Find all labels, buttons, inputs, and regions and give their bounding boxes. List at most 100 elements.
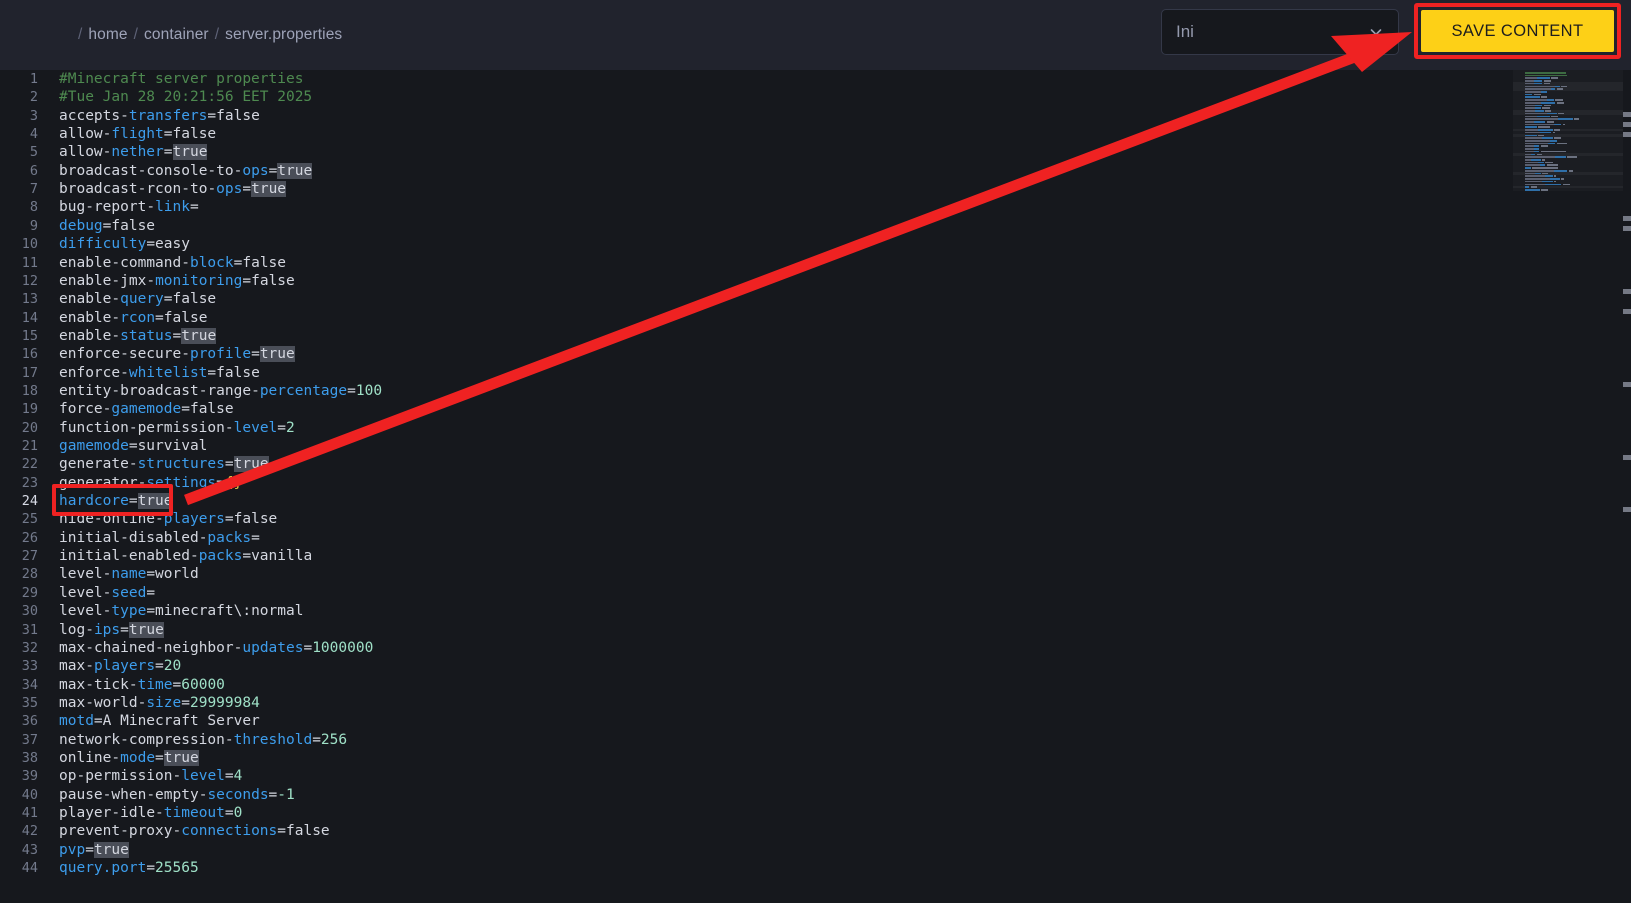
minimap-line [1525, 99, 1547, 101]
line-content[interactable]: allow-nether=true [59, 143, 208, 161]
equals-token: = [224, 511, 234, 528]
value-token: 4 [233, 768, 243, 785]
line-content[interactable]: broadcast-console-to-ops=true [59, 162, 313, 180]
value-token: false [216, 364, 260, 381]
line-content[interactable]: debug=false [59, 217, 155, 235]
minimap-line [1525, 77, 1537, 80]
comment-token: #Tue Jan 28 20:21:56 EET 2025 [59, 89, 313, 106]
vertical-scrollbar[interactable] [1623, 70, 1631, 903]
line-content[interactable]: broadcast-rcon-to-ops=true [59, 180, 287, 198]
code-editor[interactable]: 1 #Minecraft server properties 2 #Tue Jan 2… [0, 70, 1631, 903]
key-token: permission [137, 419, 225, 436]
minimap-line [1525, 140, 1550, 142]
line-content[interactable]: max-world-size=29999984 [59, 694, 260, 712]
line-content[interactable]: hardcore=true [59, 492, 173, 510]
line-content[interactable]: bug-report-link= [59, 198, 199, 216]
line-content[interactable]: #Tue Jan 28 20:21:56 EET 2025 [59, 88, 312, 106]
line-content[interactable]: network-compression-threshold=256 [59, 731, 347, 749]
line-content[interactable]: pause-when-empty-seconds=-1 [59, 786, 295, 804]
line-number: 38 [21, 749, 38, 766]
line-content[interactable]: force-gamemode=false [59, 400, 234, 418]
line-content[interactable]: allow-flight=false [59, 125, 216, 143]
line-content[interactable]: function-permission-level=2 [59, 419, 295, 437]
key-token-accent: connections [181, 823, 278, 840]
equals-token: = [268, 162, 278, 179]
line-content[interactable]: motd=A Minecraft Server [59, 712, 260, 730]
line-number: 12 [21, 272, 38, 289]
value-token-matched: true [181, 327, 217, 344]
line-content[interactable]: accepts-transfers=false [59, 107, 260, 125]
line-content[interactable]: online-mode=true [59, 749, 199, 767]
line-content[interactable]: enable-jmx-monitoring=false [59, 272, 295, 290]
line-content[interactable]: enforce-whitelist=false [59, 364, 260, 382]
line-content[interactable]: hide-online-players=false [59, 510, 277, 528]
line-content[interactable]: enable-rcon=false [59, 309, 207, 327]
line-content[interactable]: enable-query=false [59, 290, 216, 308]
line-content[interactable]: max-players=20 [59, 657, 181, 675]
value-token: false [216, 107, 260, 124]
line-content[interactable]: enable-status=true [59, 327, 217, 345]
value-token: -1 [277, 786, 295, 803]
key-token-accent: monitoring [155, 272, 243, 289]
value-token-matched: true [137, 493, 173, 510]
save-content-button[interactable]: SAVE CONTENT [1421, 10, 1614, 52]
breadcrumb-item-container[interactable]: container [144, 26, 209, 44]
line-content[interactable]: prevent-proxy-connections=false [59, 822, 330, 840]
line-content[interactable]: level-type=minecraft\:normal [59, 602, 303, 620]
equals-token: = [172, 676, 182, 693]
line-content[interactable]: max-tick-time=60000 [59, 676, 225, 694]
minimap-line [1567, 156, 1578, 158]
line-content[interactable]: generator-settings={} [59, 474, 242, 492]
key-token: enforce [59, 364, 121, 381]
minimap-line [1525, 142, 1549, 145]
equals-token: = [146, 566, 156, 583]
value-token: false [189, 401, 234, 418]
minimap-line [1525, 186, 1530, 188]
breadcrumb-item-home[interactable]: home [88, 26, 127, 44]
line-content[interactable]: pvp=true [59, 841, 129, 859]
line-content[interactable]: generate-structures=true [59, 455, 269, 473]
line-content[interactable]: player-idle-timeout=0 [59, 804, 242, 822]
line-content[interactable]: initial-enabled-packs=vanilla [59, 547, 312, 565]
line-content[interactable]: gamemode=survival [59, 437, 207, 455]
key-token: console [146, 162, 208, 179]
key-separator: - [207, 162, 217, 179]
line-content[interactable]: level-name=world [59, 565, 199, 583]
minimap-line [1554, 129, 1560, 131]
minimap-line [1540, 96, 1547, 99]
minimap[interactable] [1513, 70, 1623, 903]
line-number: 4 [29, 126, 38, 143]
line-number: 7 [29, 181, 38, 198]
equals-token: = [207, 364, 217, 381]
key-token-accent: level [233, 419, 278, 436]
equals-token: = [172, 327, 182, 344]
key-token: tick [93, 676, 129, 693]
line-content[interactable]: #Minecraft server properties [59, 70, 303, 88]
minimap-line [1525, 112, 1547, 115]
scrollbar-match-mark [1623, 382, 1631, 388]
code-lines[interactable]: 1 #Minecraft server properties 2 #Tue Jan 2… [0, 70, 1631, 877]
equals-token: = [207, 107, 217, 124]
equals-token: = [155, 309, 164, 326]
equals-token: = [347, 382, 356, 399]
line-content[interactable]: initial-disabled-packs= [59, 529, 260, 547]
key-token-accent: query [120, 291, 164, 308]
line-content[interactable]: query.port=25565 [59, 859, 199, 877]
key-separator: - [155, 805, 164, 821]
line-content[interactable]: op-permission-level=4 [59, 767, 242, 785]
minimap-line [1555, 99, 1563, 101]
minimap-line [1533, 93, 1541, 96]
line-content[interactable]: enable-command-block=false [59, 254, 286, 272]
value-token: 29999984 [189, 694, 260, 711]
breadcrumb-item-file[interactable]: server.properties [225, 26, 342, 44]
language-select[interactable]: Ini [1161, 9, 1399, 55]
line-content[interactable]: enforce-secure-profile=true [59, 345, 295, 363]
key-separator: - [251, 382, 260, 399]
equals-token: = [155, 749, 164, 766]
line-content[interactable]: log-ips=true [59, 621, 164, 639]
line-number: 37 [21, 731, 38, 748]
line-content[interactable]: level-seed= [59, 584, 155, 602]
line-content[interactable]: difficulty=easy [59, 235, 190, 253]
line-content[interactable]: entity-broadcast-range-percentage=100 [59, 382, 382, 400]
line-content[interactable]: max-chained-neighbor-updates=1000000 [59, 639, 373, 657]
